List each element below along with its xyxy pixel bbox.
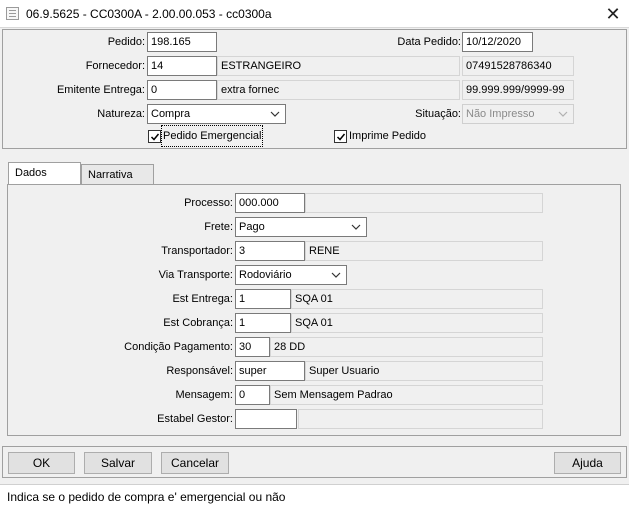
via-transporte-label: Via Transporte: [158,269,233,281]
pedido-emergencial-checkbox[interactable] [148,130,161,143]
responsavel-code-input[interactable]: super [235,361,305,381]
button-bar: OK Salvar Cancelar Ajuda [2,446,627,478]
close-icon[interactable]: ✕ [600,2,626,26]
header-panel: Pedido: 198.165 Data Pedido: 10/12/2020 … [2,29,627,149]
imprime-pedido-label[interactable]: Imprime Pedido [349,127,426,145]
chevron-down-icon [351,224,361,230]
situacao-select: Não Impresso [462,104,574,124]
responsavel-label: Responsável: [166,365,233,377]
pedido-input[interactable]: 198.165 [147,32,217,52]
fornecedor-label: Fornecedor: [85,60,145,72]
checkmark-icon [150,133,160,141]
estabel-gestor-code-input[interactable] [235,409,297,429]
window-title: 06.9.5625 - CC0300A - 2.00.00.053 - cc03… [26,7,272,21]
mensagem-code-input[interactable]: 0 [235,385,270,405]
title-bar: 06.9.5625 - CC0300A - 2.00.00.053 - cc03… [0,0,629,28]
processo-input[interactable]: 000.000 [235,193,305,213]
situacao-label: Situação: [415,108,461,120]
ajuda-button[interactable]: Ajuda [554,452,621,474]
mensagem-name-field: Sem Mensagem Padrao [270,385,543,405]
data-pedido-input[interactable]: 10/12/2020 [462,32,533,52]
frete-select[interactable]: Pago [235,217,367,237]
natureza-label: Natureza: [97,108,145,120]
frete-label: Frete: [204,221,233,233]
situacao-value: Não Impresso [466,108,535,120]
condicao-pagamento-name-field: 28 DD [270,337,543,357]
est-entrega-name-field: SQA 01 [291,289,543,309]
responsavel-name-field: Super Usuario [305,361,543,381]
data-pedido-label: Data Pedido: [397,36,461,48]
status-text: Indica se o pedido de compra e' emergenc… [7,490,286,504]
natureza-value: Compra [151,108,191,120]
imprime-pedido-checkbox[interactable] [334,130,347,143]
dados-panel: Processo: 000.000 Frete: Pago Transporta… [7,184,621,436]
emitente-entrega-name-field: extra fornec [217,80,460,100]
checkmark-icon [336,133,346,141]
app-window-icon [6,7,19,20]
tab-dados-label: Dados [15,167,47,179]
via-transporte-value: Rodoviário [239,269,292,281]
mensagem-label: Mensagem: [175,389,233,401]
est-entrega-label: Est Entrega: [172,293,233,305]
est-cobranca-label: Est Cobrança: [163,317,233,329]
salvar-button[interactable]: Salvar [84,452,152,474]
condicao-pagamento-code-input[interactable]: 30 [235,337,270,357]
cancelar-button[interactable]: Cancelar [161,452,229,474]
chevron-down-icon [270,111,280,117]
pedido-label: Pedido: [107,36,145,48]
est-cobranca-code-input[interactable]: 1 [235,313,291,333]
est-entrega-code-input[interactable]: 1 [235,289,291,309]
condicao-pagamento-label: Condição Pagamento: [124,341,233,353]
emitente-entrega-document-field: 99.999.999/9999-99 [462,80,574,100]
natureza-select[interactable]: Compra [147,104,286,124]
tab-dados[interactable]: Dados [8,162,81,184]
emitente-entrega-label: Emitente Entrega: [56,84,145,96]
frete-value: Pago [239,221,265,233]
fornecedor-code-input[interactable]: 14 [147,56,217,76]
fornecedor-name-field: ESTRANGEIRO [217,56,460,76]
estabel-gestor-name-field [298,409,543,429]
processo-desc-field [305,193,543,213]
status-bar: Indica se o pedido de compra e' emergenc… [0,484,629,509]
est-cobranca-name-field: SQA 01 [291,313,543,333]
transportador-name-field: RENE [305,241,543,261]
transportador-code-input[interactable]: 3 [235,241,305,261]
emitente-entrega-code-input[interactable]: 0 [147,80,217,100]
pedido-emergencial-label[interactable]: Pedido Emergencial [160,125,264,147]
estabel-gestor-label: Estabel Gestor: [157,413,233,425]
chevron-down-icon [331,272,341,278]
tab-narrativa-label: Narrativa [88,169,133,181]
via-transporte-select[interactable]: Rodoviário [235,265,347,285]
processo-label: Processo: [184,197,233,209]
transportador-label: Transportador: [161,245,233,257]
tab-narrativa[interactable]: Narrativa [81,164,154,184]
fornecedor-document-field: 07491528786340 [462,56,574,76]
chevron-down-icon [558,111,568,117]
ok-button[interactable]: OK [8,452,75,474]
